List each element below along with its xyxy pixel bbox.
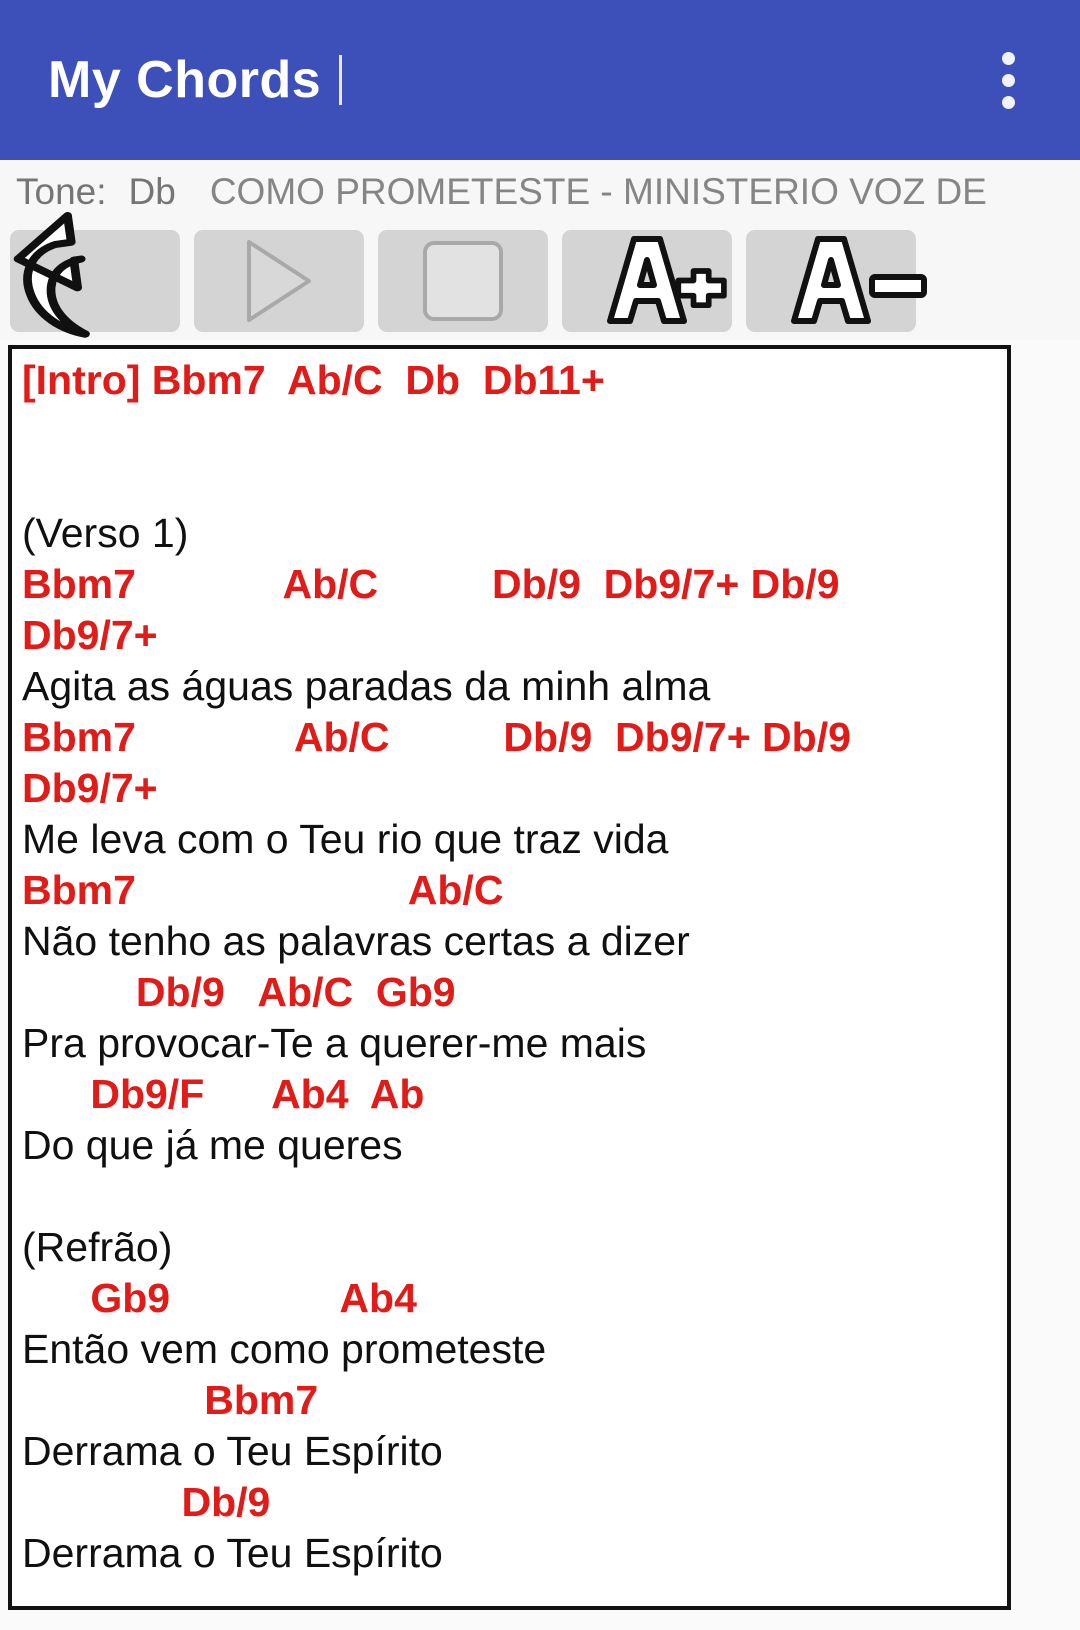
chord-line: Db9/7+ [22, 765, 158, 811]
tone-bar: Tone: Db COMO PROMETESTE - MINISTERIO VO… [0, 160, 1080, 222]
chord-line: Bbm7 [22, 1377, 319, 1423]
chord-line: [Intro] Bbm7 Ab/C Db Db11+ [22, 357, 605, 403]
menu-dot [1001, 51, 1015, 65]
stop-square-icon [423, 241, 503, 321]
tone-value[interactable]: Db [129, 173, 176, 210]
font-decrease-button[interactable] [746, 230, 927, 332]
lyric-line: Agita as águas paradas da minh alma [22, 663, 711, 709]
chord-line: Bbm7 Ab/C [22, 867, 504, 913]
chord-line: Bbm7 Ab/C Db/9 Db9/7+ Db/9 [22, 561, 840, 607]
chord-line: Db9/F Ab4 Ab [22, 1071, 425, 1117]
menu-dot [1001, 73, 1015, 87]
chord-line: Db9/7+ [22, 612, 158, 658]
a-minus-icon [791, 236, 927, 324]
undo-arrow-icon [13, 211, 90, 338]
app-title-text: My Chords [48, 51, 322, 109]
app-bar: My Chords [0, 0, 1080, 160]
font-increase-button[interactable] [562, 230, 732, 332]
stop-button[interactable] [378, 230, 548, 332]
page-title: My Chords [48, 51, 343, 109]
more-vert-icon[interactable] [978, 25, 1038, 135]
chord-line: Gb9 Ab4 [22, 1275, 417, 1321]
chord-sheet[interactable]: [Intro] Bbm7 Ab/C Db Db11+ (Verso 1) Bbm7 … [8, 345, 1011, 1610]
play-triangle-icon [247, 240, 311, 322]
lyric-line: Não tenho as palavras certas a dizer [22, 918, 690, 964]
lyric-line: Derrama o Teu Espírito [22, 1530, 443, 1576]
chord-line: Db/9 [22, 1479, 271, 1525]
tone-label: Tone: [16, 170, 107, 212]
title-caret [339, 55, 343, 105]
lyric-line: (Verso 1) [22, 510, 189, 556]
lyric-line: Derrama o Teu Espírito [22, 1428, 443, 1474]
control-toolbar [0, 211, 1080, 340]
lyric-line: Do que já me queres [22, 1122, 403, 1168]
app-root: My Chords Tone: Db COMO PROMETESTE - MIN… [0, 0, 1080, 1630]
chord-line: Db/9 Ab/C Gb9 [22, 969, 456, 1015]
lyric-line: Então vem como prometeste [22, 1326, 547, 1372]
menu-dot [1001, 95, 1015, 109]
chord-line: Bbm7 Ab/C Db/9 Db9/7+ Db/9 [22, 714, 851, 760]
undo-button[interactable] [10, 211, 180, 338]
play-button[interactable] [194, 230, 364, 332]
lyric-line: Me leva com o Teu rio que traz vida [22, 816, 669, 862]
lyric-line: Pra provocar-Te a querer-me mais [22, 1020, 647, 1066]
song-title: COMO PROMETESTE - MINISTERIO VOZ DE [209, 170, 987, 212]
lyric-line: (Refrão) [22, 1224, 173, 1270]
a-plus-icon [607, 236, 727, 324]
chord-sheet-content: [Intro] Bbm7 Ab/C Db Db11+ (Verso 1) Bbm7 … [12, 349, 1007, 1579]
